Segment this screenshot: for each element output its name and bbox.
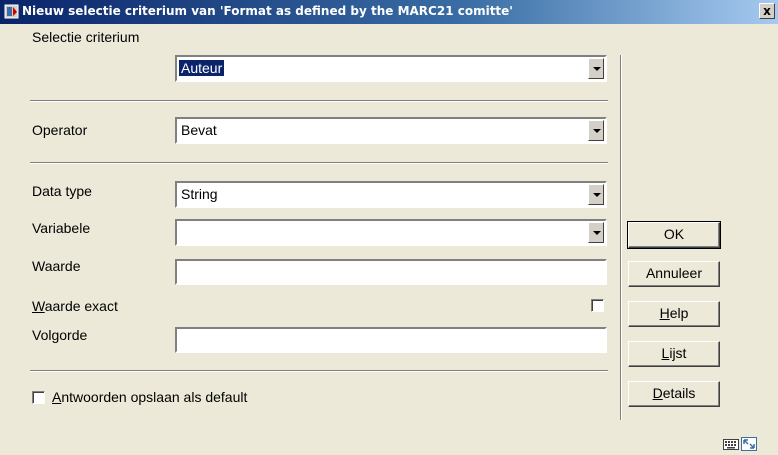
variabele-select[interactable] xyxy=(175,219,607,246)
chevron-down-icon[interactable] xyxy=(588,120,604,141)
ok-button[interactable]: OK xyxy=(627,221,721,249)
details-button[interactable]: Details xyxy=(628,381,720,407)
data-type-value: String xyxy=(181,186,218,202)
annuleer-button[interactable]: Annuleer xyxy=(628,261,720,287)
help-button[interactable]: Help xyxy=(628,301,720,327)
window-titlebar[interactable]: Nieuw selectie criterium van 'Format as … xyxy=(0,0,778,24)
waarde-input[interactable] xyxy=(175,259,607,285)
waarde-exact-label-rest: aarde exact xyxy=(44,298,118,314)
app-icon xyxy=(4,4,19,19)
variabele-label: Variabele xyxy=(32,220,91,236)
resize-icon[interactable] xyxy=(741,437,757,451)
operator-label: Operator xyxy=(32,122,88,138)
selectie-criterium-select[interactable]: Auteur xyxy=(175,55,607,82)
antwoorden-label-rest: ntwoorden opslaan als default xyxy=(61,389,248,405)
antwoorden-opslaan-checkbox[interactable] xyxy=(32,391,45,404)
waarde-label: Waarde xyxy=(32,258,81,274)
keyboard-icon[interactable] xyxy=(723,437,739,451)
chevron-down-icon[interactable] xyxy=(588,222,604,243)
volgorde-label: Volgorde xyxy=(32,327,88,343)
details-label-rest: etails xyxy=(662,385,696,401)
lijst-label-rest: ijst xyxy=(669,345,687,361)
details-mnemonic: D xyxy=(652,385,663,401)
waarde-exact-label: Waarde exact xyxy=(32,298,118,314)
chevron-down-icon[interactable] xyxy=(588,58,604,79)
waarde-exact-checkbox[interactable] xyxy=(591,299,604,312)
waarde-exact-mnemonic: W xyxy=(32,298,45,314)
antwoorden-mnemonic: A xyxy=(52,389,62,405)
operator-select[interactable]: Bevat xyxy=(175,117,607,144)
help-mnemonic: H xyxy=(659,305,670,321)
close-button[interactable]: x xyxy=(759,3,775,19)
selectie-criterium-value: Auteur xyxy=(179,60,225,76)
selectie-criterium-label: Selectie criterium xyxy=(32,29,140,45)
divider xyxy=(30,370,608,372)
data-type-select[interactable]: String xyxy=(175,181,607,208)
help-label-rest: elp xyxy=(669,305,689,321)
volgorde-input[interactable] xyxy=(175,327,607,353)
vertical-separator xyxy=(620,55,622,420)
antwoorden-opslaan-label[interactable]: Antwoorden opslaan als default xyxy=(52,389,247,405)
operator-value: Bevat xyxy=(181,122,217,138)
divider xyxy=(30,100,608,102)
data-type-label: Data type xyxy=(32,183,92,199)
window-title: Nieuw selectie criterium van 'Format as … xyxy=(22,4,513,18)
close-icon: x xyxy=(763,4,771,18)
divider xyxy=(30,162,608,164)
lijst-button[interactable]: Lijst xyxy=(628,341,720,367)
chevron-down-icon[interactable] xyxy=(588,184,604,205)
